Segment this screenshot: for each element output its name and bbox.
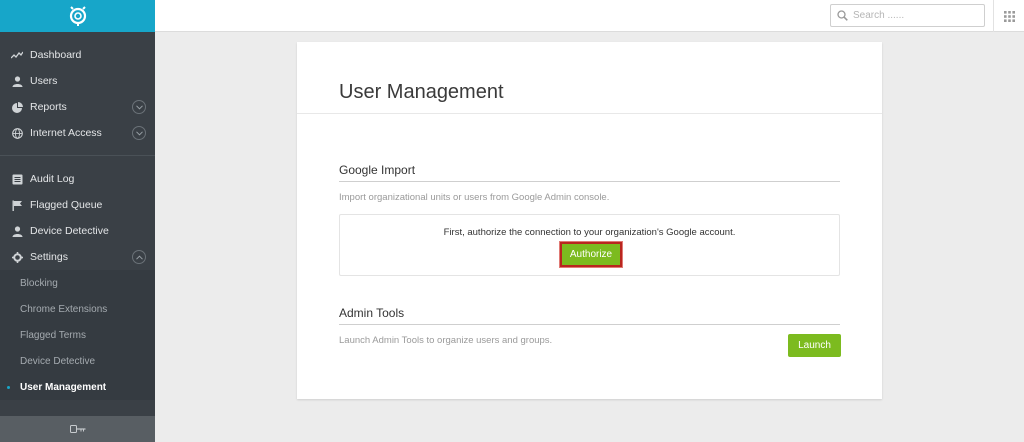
user-management-card: User Management Google Import Import org… [297, 42, 882, 399]
chevron-down-icon[interactable] [132, 126, 146, 140]
sidebar-item-flagged-queue[interactable]: Flagged Queue [0, 192, 155, 218]
sidebar-item-label: Users [30, 75, 58, 87]
globe-icon [11, 127, 23, 139]
pie-chart-icon [11, 101, 23, 113]
sidebar-item-label: Reports [30, 101, 67, 113]
authorize-button[interactable]: Authorize [559, 241, 623, 268]
user-icon [11, 75, 23, 87]
gear-icon [11, 251, 23, 263]
sidebar-item-label: Settings [30, 251, 68, 263]
app-launcher-button[interactable] [993, 0, 1024, 32]
authorize-box: First, authorize the connection to your … [339, 214, 840, 276]
card-header: User Management [297, 42, 882, 114]
sidebar-footer[interactable] [0, 416, 155, 442]
sidebar-divider [0, 155, 155, 156]
admin-tools-description: Launch Admin Tools to organize users and… [339, 335, 553, 346]
grid-icon [1003, 10, 1015, 22]
google-import-description: Import organizational units or users fro… [339, 192, 610, 203]
sidebar-item-internet-access[interactable]: Internet Access [0, 120, 155, 146]
google-import-section: Google Import [339, 163, 840, 182]
sidebar-subitem-blocking[interactable]: Blocking [0, 270, 155, 296]
sidebar-item-reports[interactable]: Reports [0, 94, 155, 120]
activity-icon [11, 49, 23, 61]
sidebar-subitem-user-management[interactable]: User Management [0, 374, 155, 400]
logo-icon [69, 6, 86, 26]
logo-bar[interactable] [0, 0, 155, 32]
key-icon [69, 425, 85, 433]
sidebar-subitem-device-detective[interactable]: Device Detective [0, 348, 155, 374]
user-icon [11, 225, 23, 237]
sidebar-item-device-detective[interactable]: Device Detective [0, 218, 155, 244]
search-icon [837, 10, 848, 21]
chevron-down-icon[interactable] [132, 100, 146, 114]
sidebar-item-label: Dashboard [30, 49, 82, 61]
sidebar-item-audit-log[interactable]: Audit Log [0, 166, 155, 192]
sidebar-item-label: Internet Access [30, 127, 102, 139]
sidebar-item-label: Flagged Queue [30, 199, 103, 211]
admin-tools-section: Admin Tools [339, 306, 840, 325]
sidebar-item-label: Device Detective [30, 225, 109, 237]
sidebar-item-users[interactable]: Users [0, 68, 155, 94]
chevron-up-icon[interactable] [132, 250, 146, 264]
google-import-title: Google Import [339, 163, 840, 182]
settings-submenu: Blocking Chrome Extensions Flagged Terms… [0, 270, 155, 400]
sidebar-subitem-flagged-terms[interactable]: Flagged Terms [0, 322, 155, 348]
top-bar [155, 0, 1024, 32]
sidebar: Dashboard Users Reports Internet Access [0, 0, 155, 442]
sidebar-item-settings[interactable]: Settings [0, 244, 155, 270]
sidebar-item-label: Audit Log [30, 173, 75, 185]
launch-button[interactable]: Launch [788, 334, 841, 357]
sidebar-item-dashboard[interactable]: Dashboard [0, 42, 155, 68]
search-input[interactable] [853, 10, 973, 21]
authorize-text: First, authorize the connection to your … [443, 227, 736, 238]
admin-tools-title: Admin Tools [339, 306, 840, 325]
search-box[interactable] [830, 4, 985, 27]
flag-icon [11, 199, 23, 211]
list-icon [11, 173, 23, 185]
sidebar-subitem-chrome-extensions[interactable]: Chrome Extensions [0, 296, 155, 322]
page-title: User Management [339, 81, 504, 103]
sidebar-nav: Dashboard Users Reports Internet Access [0, 32, 155, 400]
